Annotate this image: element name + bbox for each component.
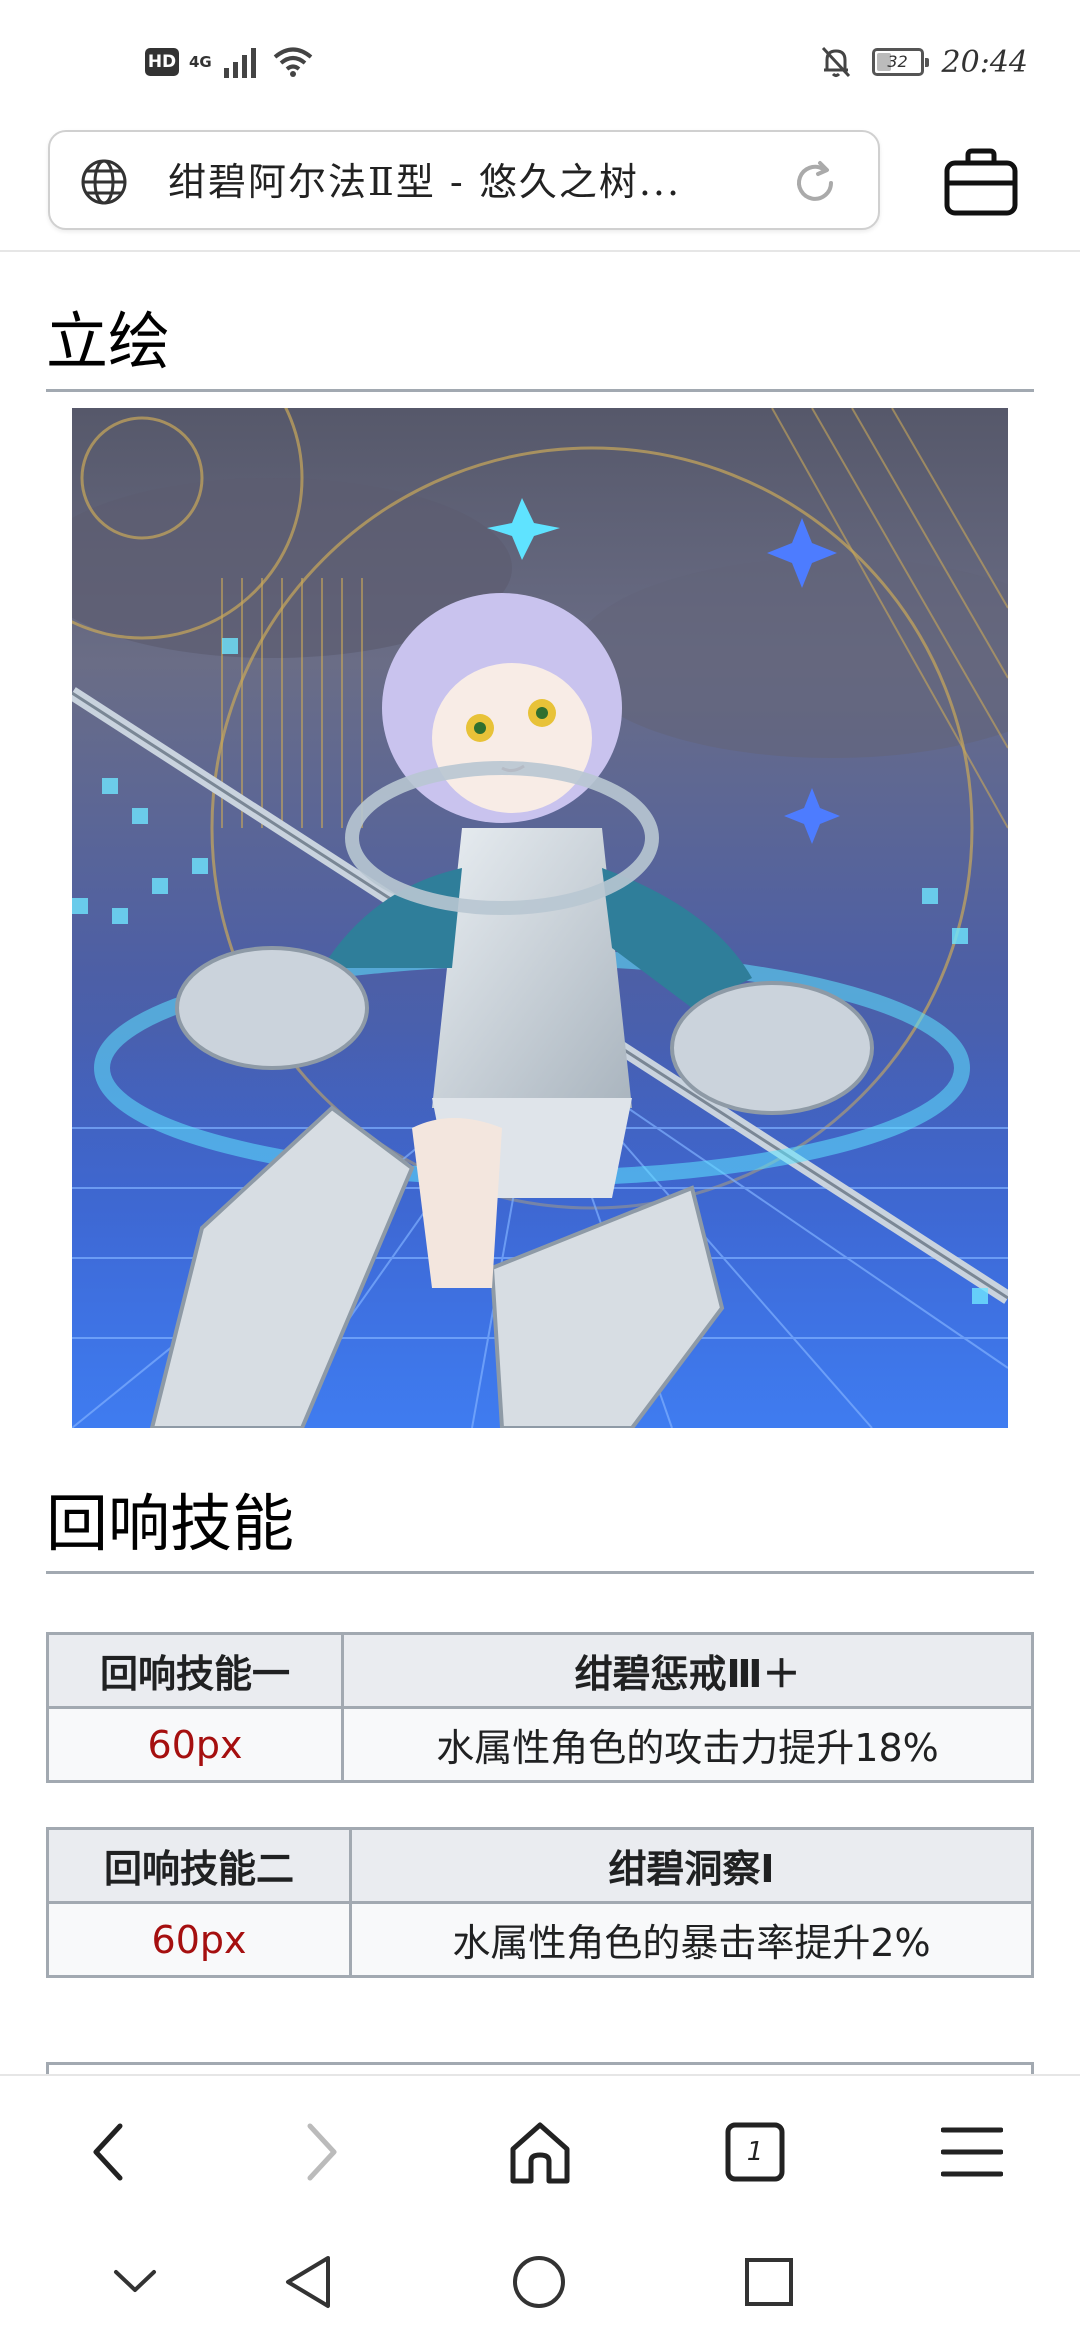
forward-button[interactable]	[282, 2116, 362, 2188]
menu-icon	[941, 2127, 1003, 2177]
nav-home-button[interactable]	[504, 2252, 574, 2312]
collapse-button[interactable]	[100, 2252, 170, 2312]
nav-recents-button[interactable]	[734, 2252, 804, 2312]
url-text[interactable]: 绀碧阿尔法Ⅱ型 - 悠久之树...	[168, 156, 788, 208]
nav-back-icon	[286, 2256, 330, 2308]
signal-icon	[223, 48, 256, 78]
home-icon	[510, 2122, 570, 2184]
status-bar: HD 4G 32 20:44	[0, 0, 1080, 125]
collapse-icon	[114, 2270, 156, 2292]
nav-recents-icon	[745, 2258, 793, 2306]
next-table-edge	[46, 2062, 1034, 2074]
mute-bell-icon	[821, 46, 850, 78]
table-header-row: 回响技能一 绀碧惩戒Ⅲ＋	[46, 1632, 1034, 1709]
nav-home-icon	[513, 2256, 565, 2308]
portrait-illustration	[72, 408, 1008, 1428]
page-content[interactable]: 立绘 回响技能 回响技能一 绀碧惩戒Ⅲ＋ 60px 水属性角色的攻击力提升18%…	[0, 252, 1080, 2074]
character-portrait[interactable]	[72, 408, 1008, 1428]
address-row: 绀碧阿尔法Ⅱ型 - 悠久之树...	[0, 125, 1080, 250]
address-bar[interactable]: 绀碧阿尔法Ⅱ型 - 悠久之树...	[48, 130, 880, 230]
echo-skill-table-1: 回响技能一 绀碧惩戒Ⅲ＋ 60px 水属性角色的攻击力提升18%	[46, 1632, 1034, 1783]
tabs-button[interactable]: 1	[715, 2116, 795, 2188]
browser-toolbar: 1	[0, 2074, 1080, 2224]
skill-name[interactable]: 绀碧惩戒Ⅲ＋	[341, 1632, 1034, 1709]
hd-icon: HD	[145, 48, 179, 76]
skill-size-label: 60px	[46, 1706, 344, 1783]
echo-skill-table-2: 回响技能二 绀碧洞察Ⅰ 60px 水属性角色的暴击率提升2%	[46, 1827, 1034, 1978]
table-row: 60px 水属性角色的攻击力提升18%	[46, 1706, 1034, 1783]
reload-icon[interactable]	[790, 158, 840, 208]
table-header-row: 回响技能二 绀碧洞察Ⅰ	[46, 1827, 1034, 1904]
back-icon	[93, 2123, 123, 2181]
battery-level: 32	[887, 52, 908, 71]
tab-count: 1	[746, 2137, 764, 2167]
section-heading-portrait: 立绘	[46, 302, 1034, 392]
system-nav-bar	[0, 2224, 1080, 2340]
clock: 20:44	[941, 44, 1028, 80]
status-left: HD 4G	[145, 46, 314, 78]
table-row: 60px 水属性角色的暴击率提升2%	[46, 1901, 1034, 1978]
globe-icon	[81, 159, 127, 205]
network-type-label: 4G	[189, 52, 212, 71]
back-button[interactable]	[68, 2116, 148, 2188]
status-right: 32 20:44	[818, 44, 1028, 80]
menu-button[interactable]	[932, 2116, 1012, 2188]
skill-size-label: 60px	[46, 1901, 352, 1978]
slot-label: 回响技能一	[46, 1632, 344, 1709]
skill-description: 水属性角色的暴击率提升2%	[349, 1901, 1034, 1978]
forward-icon	[307, 2123, 337, 2181]
section-heading-echo-skills: 回响技能	[46, 1484, 1034, 1574]
wifi-icon	[273, 47, 313, 77]
nav-back-button[interactable]	[273, 2252, 343, 2312]
slot-label: 回响技能二	[46, 1827, 352, 1904]
skill-description: 水属性角色的攻击力提升18%	[341, 1706, 1034, 1783]
home-button[interactable]	[500, 2116, 580, 2188]
bag-icon[interactable]	[942, 147, 1020, 219]
battery-icon: 32	[871, 48, 929, 76]
skill-name[interactable]: 绀碧洞察Ⅰ	[349, 1827, 1034, 1904]
